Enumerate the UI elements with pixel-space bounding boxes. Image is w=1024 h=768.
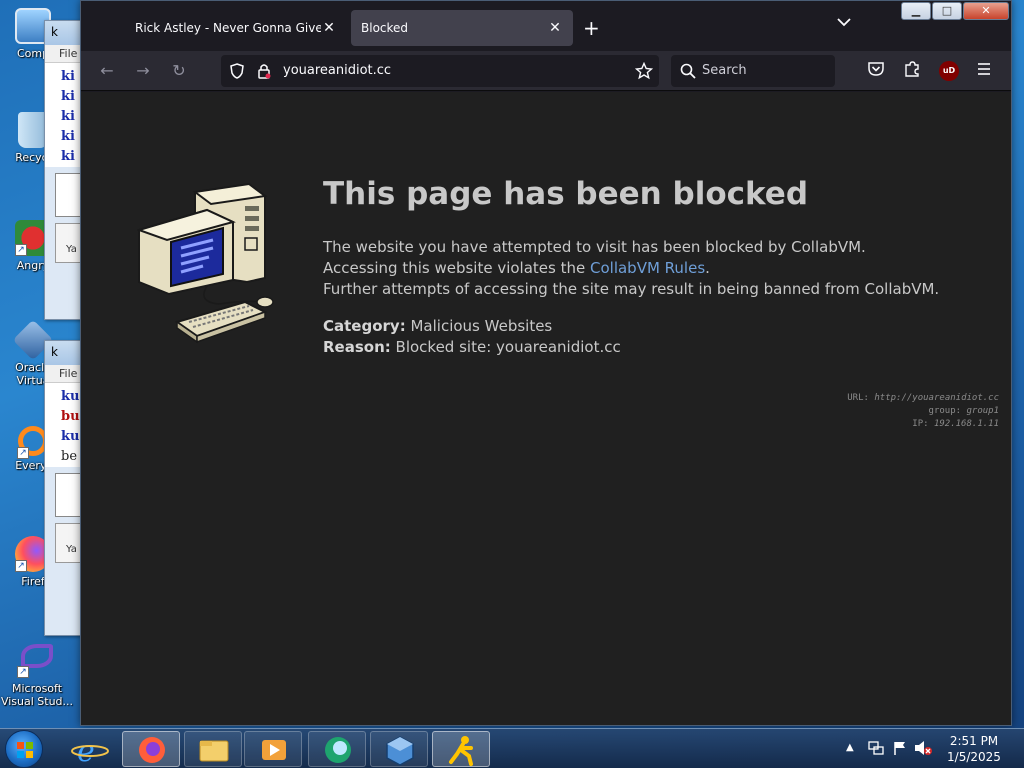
search-placeholder: Search bbox=[702, 63, 747, 78]
diag-ip-label: IP: bbox=[912, 419, 929, 429]
shortcut-arrow-icon: ↗ bbox=[17, 447, 29, 459]
close-tab-icon[interactable]: ✕ bbox=[547, 20, 563, 36]
tab-strip: Rick Astley - Never Gonna Give You ✕ Blo… bbox=[81, 1, 1011, 51]
windows-logo-icon bbox=[17, 742, 33, 758]
reason-row: Reason: Blocked site: youareanidiot.cc bbox=[323, 337, 621, 358]
bookmark-star-icon[interactable] bbox=[634, 61, 654, 84]
taskbar: e ▲ 2:51 PM 1/5/2025 bbox=[0, 728, 1024, 768]
pocket-icon[interactable] bbox=[867, 60, 889, 82]
system-clock[interactable]: 2:51 PM 1/5/2025 bbox=[934, 733, 1014, 765]
tab-label: Blocked bbox=[361, 21, 409, 35]
visual-studio-icon: ↗ bbox=[17, 644, 53, 678]
back-icon[interactable]: ← bbox=[95, 59, 119, 83]
reload-icon[interactable]: ↻ bbox=[167, 59, 191, 83]
url-text: youareanidiot.cc bbox=[283, 63, 392, 78]
minimize-button[interactable]: ▁ bbox=[901, 2, 931, 20]
retro-computer-illustration bbox=[135, 182, 277, 356]
internet-explorer-icon: e bbox=[71, 734, 109, 768]
hamburger-menu-icon[interactable] bbox=[975, 60, 997, 82]
desktop-icon-visual-studio[interactable]: ↗ Microsoft Visual Stud... bbox=[0, 644, 74, 708]
taskbar-virtualbox[interactable] bbox=[370, 731, 428, 767]
message-line-3: Further attempts of accessing the site m… bbox=[323, 280, 940, 298]
browser-window: ▁ □ ✕ Rick Astley - Never Gonna Give You… bbox=[80, 0, 1012, 726]
search-icon bbox=[680, 63, 696, 83]
folder-icon bbox=[199, 740, 229, 762]
taskbar-file-explorer[interactable] bbox=[184, 731, 242, 767]
network-icon[interactable] bbox=[868, 740, 884, 760]
message-line-2: Accessing this website violates the Coll… bbox=[323, 258, 939, 279]
taskbar-firefox[interactable] bbox=[122, 731, 180, 767]
tab-rick-astley[interactable]: Rick Astley - Never Gonna Give You ✕ bbox=[125, 10, 347, 46]
shortcut-arrow-icon: ↗ bbox=[15, 244, 27, 256]
taskbar-aim[interactable] bbox=[432, 731, 490, 767]
virtualbox-icon bbox=[386, 736, 414, 766]
navigation-toolbar: ← → ↻ youareanidiot.cc Search uD bbox=[81, 51, 1011, 91]
taskbar-media-player[interactable] bbox=[244, 731, 302, 767]
shortcut-arrow-icon: ↗ bbox=[17, 666, 29, 678]
message-line-2-prefix: Accessing this website violates the bbox=[323, 259, 590, 277]
address-bar[interactable]: youareanidiot.cc bbox=[221, 55, 659, 87]
forward-icon[interactable]: → bbox=[131, 59, 155, 83]
block-message: The website you have attempted to visit … bbox=[323, 237, 939, 300]
ublock-origin-icon[interactable]: uD bbox=[939, 61, 959, 81]
category-value: Malicious Websites bbox=[410, 317, 553, 335]
message-line-1: The website you have attempted to visit … bbox=[323, 238, 866, 256]
tracking-protection-shield-icon[interactable] bbox=[229, 63, 245, 83]
show-hidden-icons-icon[interactable]: ▲ bbox=[846, 742, 854, 753]
chat-bubble-icon bbox=[325, 737, 351, 763]
diag-group-label: group: bbox=[928, 406, 962, 416]
diag-url-label: URL: bbox=[847, 393, 869, 403]
search-bar[interactable]: Search bbox=[671, 55, 835, 87]
reason-value: Blocked site: youareanidiot.cc bbox=[395, 338, 621, 356]
volume-muted-icon[interactable] bbox=[914, 740, 932, 760]
lock-icon[interactable] bbox=[257, 63, 271, 83]
maximize-button[interactable]: □ bbox=[932, 2, 962, 20]
list-all-tabs-icon[interactable] bbox=[837, 15, 851, 31]
extensions-puzzle-icon[interactable] bbox=[903, 60, 925, 82]
close-tab-icon[interactable]: ✕ bbox=[321, 20, 337, 36]
desktop-icon-label: Firef bbox=[21, 575, 45, 588]
media-player-icon bbox=[262, 740, 286, 760]
diag-group-row: group: group1 bbox=[847, 405, 999, 418]
category-label: Category: bbox=[323, 317, 406, 335]
window-caption-buttons: ▁ □ ✕ bbox=[901, 2, 1009, 20]
message-line-2-suffix: . bbox=[705, 259, 710, 277]
diagnostic-info: URL: http://youareanidiot.cc group: grou… bbox=[847, 392, 999, 431]
start-button[interactable] bbox=[5, 730, 43, 768]
tab-label: Rick Astley - Never Gonna Give You bbox=[135, 21, 321, 35]
diag-url-row: URL: http://youareanidiot.cc bbox=[847, 392, 999, 405]
clock-time: 2:51 PM bbox=[949, 734, 999, 748]
firefox-icon bbox=[139, 737, 165, 763]
diag-url-value: http://youareanidiot.cc bbox=[874, 393, 999, 403]
shortcut-arrow-icon: ↗ bbox=[15, 560, 27, 572]
block-details: Category: Malicious Websites Reason: Blo… bbox=[323, 316, 621, 358]
taskbar-internet-explorer[interactable]: e bbox=[62, 731, 120, 768]
close-window-button[interactable]: ✕ bbox=[963, 2, 1009, 20]
diag-group-value: group1 bbox=[966, 406, 999, 416]
collabvm-rules-link[interactable]: CollabVM Rules bbox=[590, 259, 705, 277]
aim-running-man-icon bbox=[449, 736, 473, 766]
new-tab-button[interactable]: + bbox=[583, 16, 600, 40]
diag-ip-row: IP: 192.168.1.11 bbox=[847, 418, 999, 431]
reason-label: Reason: bbox=[323, 338, 391, 356]
page-content: This page has been blocked The website y… bbox=[81, 92, 1011, 725]
clock-date: 1/5/2025 bbox=[947, 750, 1001, 764]
svg-text:e: e bbox=[77, 734, 95, 768]
tab-blocked[interactable]: Blocked ✕ bbox=[351, 10, 573, 46]
desktop-icon-label: Microsoft Visual Stud... bbox=[0, 682, 74, 708]
action-center-flag-icon[interactable] bbox=[892, 740, 908, 760]
diag-ip-value: 192.168.1.11 bbox=[933, 419, 999, 429]
page-title: This page has been blocked bbox=[323, 176, 809, 212]
taskbar-chat-app[interactable] bbox=[308, 731, 366, 767]
category-row: Category: Malicious Websites bbox=[323, 316, 621, 337]
